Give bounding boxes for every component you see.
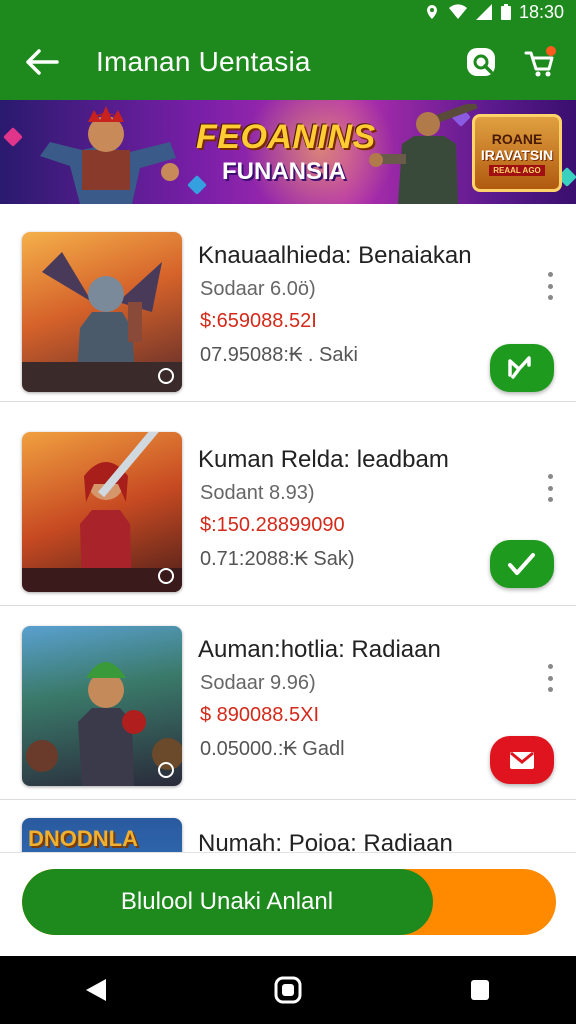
- cta-label: Blulool Unaki Anlanl: [120, 888, 334, 915]
- primary-cta-button[interactable]: Blulool Unaki Anlanl: [22, 869, 556, 935]
- item-subtitle: Sodaar 6.0ö): [200, 278, 316, 300]
- knight-illustration: [22, 252, 182, 392]
- item-action-button[interactable]: [490, 344, 554, 392]
- badge-line2: IRAVATSIN: [480, 146, 554, 163]
- item-meta: 0.05000.:₭ Gadl: [200, 738, 345, 760]
- promo-banner[interactable]: FEOANINS FUNANSIA ROANE IRAVATSIN REAAL …: [0, 100, 576, 204]
- item-thumbnail: [22, 432, 182, 592]
- play-indicator-icon: [158, 368, 174, 384]
- swordswoman-illustration: [22, 432, 182, 592]
- battery-icon: [500, 4, 511, 20]
- item-title: Auman:hotlia: Radiaan: [198, 636, 441, 663]
- triangle-back-icon: [86, 979, 106, 1001]
- badge-line1: ROANE: [491, 130, 543, 147]
- location-icon: [426, 5, 437, 19]
- nav-home-button[interactable]: [263, 965, 313, 1015]
- home-circle-icon: [274, 976, 302, 1004]
- item-title: Numah: Poioa: Radiaan: [198, 830, 453, 852]
- square-recents-icon: [471, 980, 489, 1000]
- item-action-button[interactable]: [490, 736, 554, 784]
- cart-icon: [524, 46, 556, 77]
- gem-decoration: [187, 175, 207, 195]
- hero-warrior-illustration: [40, 106, 179, 204]
- thumbnail-logo-text: DNODNLA: [28, 826, 138, 851]
- item-subtitle: Sodant 8.93): [200, 482, 315, 504]
- item-price: $:659088.52I: [200, 310, 317, 332]
- item-action-button[interactable]: [490, 540, 554, 588]
- search-icon: [467, 48, 495, 76]
- status-bar: 18:30: [0, 0, 576, 24]
- more-options-button[interactable]: [544, 664, 556, 692]
- mail-icon: [510, 751, 534, 769]
- back-button[interactable]: [20, 40, 64, 84]
- item-price: $:150.28899090: [200, 514, 345, 536]
- banner-badge: ROANE IRAVATSIN REAAL AGO: [472, 114, 562, 192]
- bottom-action-bar: Blulool Unaki Anlanl: [0, 852, 576, 956]
- play-indicator-icon: [158, 762, 174, 778]
- item-subtitle: Sodaar 9.96): [200, 672, 316, 694]
- signal-icon: [475, 4, 492, 20]
- item-meta: 07.95088:₭ . Saki: [200, 344, 358, 366]
- banner-brand-subtitle: FUNANSIA: [222, 158, 346, 185]
- list-item[interactable]: Knauaalhieda: Benaiakan Sodaar 6.0ö) $:6…: [0, 208, 576, 402]
- system-nav-bar: [0, 956, 576, 1024]
- more-options-button[interactable]: [544, 474, 556, 502]
- item-thumbnail: [22, 232, 182, 392]
- nav-recents-button[interactable]: [455, 965, 505, 1015]
- item-meta: 0.71:2088:₭ Sak): [200, 548, 355, 570]
- item-title: Kuman Relda: leadbam: [198, 446, 449, 473]
- banner-brand-title: FEOANINS: [196, 118, 376, 156]
- item-price: $ 890088.5XI: [200, 704, 319, 726]
- goblin-warrior-illustration: [26, 662, 182, 786]
- status-time: 18:30: [518, 1, 564, 22]
- check-icon: [508, 553, 535, 575]
- check-icon: [508, 356, 531, 379]
- list-item[interactable]: DNODNLA Numah: Poioa: Radiaan: [0, 800, 576, 852]
- more-options-button[interactable]: [544, 272, 556, 300]
- hero-gunner-illustration: [369, 104, 478, 204]
- game-list: Knauaalhieda: Benaiakan Sodaar 6.0ö) $:6…: [0, 208, 576, 852]
- item-thumbnail: DNODNLA: [22, 818, 182, 852]
- list-item[interactable]: Auman:hotlia: Radiaan Sodaar 9.96) $ 890…: [0, 606, 576, 800]
- page-title: Imanan Uentasia: [96, 46, 311, 77]
- nav-back-button[interactable]: [71, 965, 121, 1015]
- arrow-left-icon: [26, 49, 59, 75]
- search-button[interactable]: [460, 40, 504, 84]
- badge-line3: REAAL AGO: [489, 164, 545, 176]
- app-bar: Imanan Uentasia: [0, 24, 576, 100]
- cart-button[interactable]: [518, 40, 562, 84]
- item-thumbnail: [22, 626, 182, 786]
- play-indicator-icon: [158, 568, 174, 584]
- list-item[interactable]: Kuman Relda: leadbam Sodant 8.93) $:150.…: [0, 412, 576, 606]
- wifi-icon: [448, 4, 467, 20]
- item-title: Knauaalhieda: Benaiakan: [198, 242, 472, 269]
